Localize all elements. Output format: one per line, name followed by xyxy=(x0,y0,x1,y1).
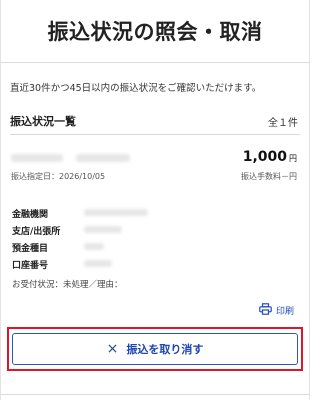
bottom-divider xyxy=(0,394,310,395)
amount-value: 1,000 xyxy=(242,149,287,165)
account-type-label: 預金種目 xyxy=(12,244,49,254)
print-button[interactable]: 印刷 xyxy=(259,303,294,318)
payee-name-redacted xyxy=(11,154,63,162)
branch-label: 支店/出張所 xyxy=(12,227,61,237)
account-number-value-redacted xyxy=(84,260,112,267)
page-title: 振込状況の照会・取消 xyxy=(47,20,263,44)
printer-icon xyxy=(259,303,276,318)
bank-label: 金融機関 xyxy=(12,210,49,220)
branch-value-redacted xyxy=(84,226,122,233)
list-title: 振込状況一覧 xyxy=(10,115,76,128)
close-icon: × xyxy=(106,341,119,357)
status-text: お受付状況：未処理／理由： xyxy=(12,280,123,290)
transfer-fee: 振込手数料－円 xyxy=(241,172,297,181)
cancel-transfer-button[interactable]: × 振込を取り消す xyxy=(12,333,298,365)
list-count: 全１件 xyxy=(268,118,298,129)
bank-value-redacted xyxy=(84,209,148,216)
cancel-label: 振込を取り消す xyxy=(126,343,204,356)
payee-kana-redacted xyxy=(76,154,130,162)
transfer-date: 振込指定日：2026/10/05 xyxy=(11,172,106,181)
account-type-value-redacted xyxy=(84,243,104,250)
amount-unit: 円 xyxy=(289,154,297,163)
account-number-label: 口座番号 xyxy=(12,261,49,271)
list-divider xyxy=(10,134,300,135)
transfer-amount: 1,000 円 xyxy=(243,149,297,165)
print-label: 印刷 xyxy=(275,307,294,317)
title-divider xyxy=(0,62,310,63)
notice-text: 直近30件かつ45日以内の振込状況をご確認いただけます。 xyxy=(10,83,262,94)
